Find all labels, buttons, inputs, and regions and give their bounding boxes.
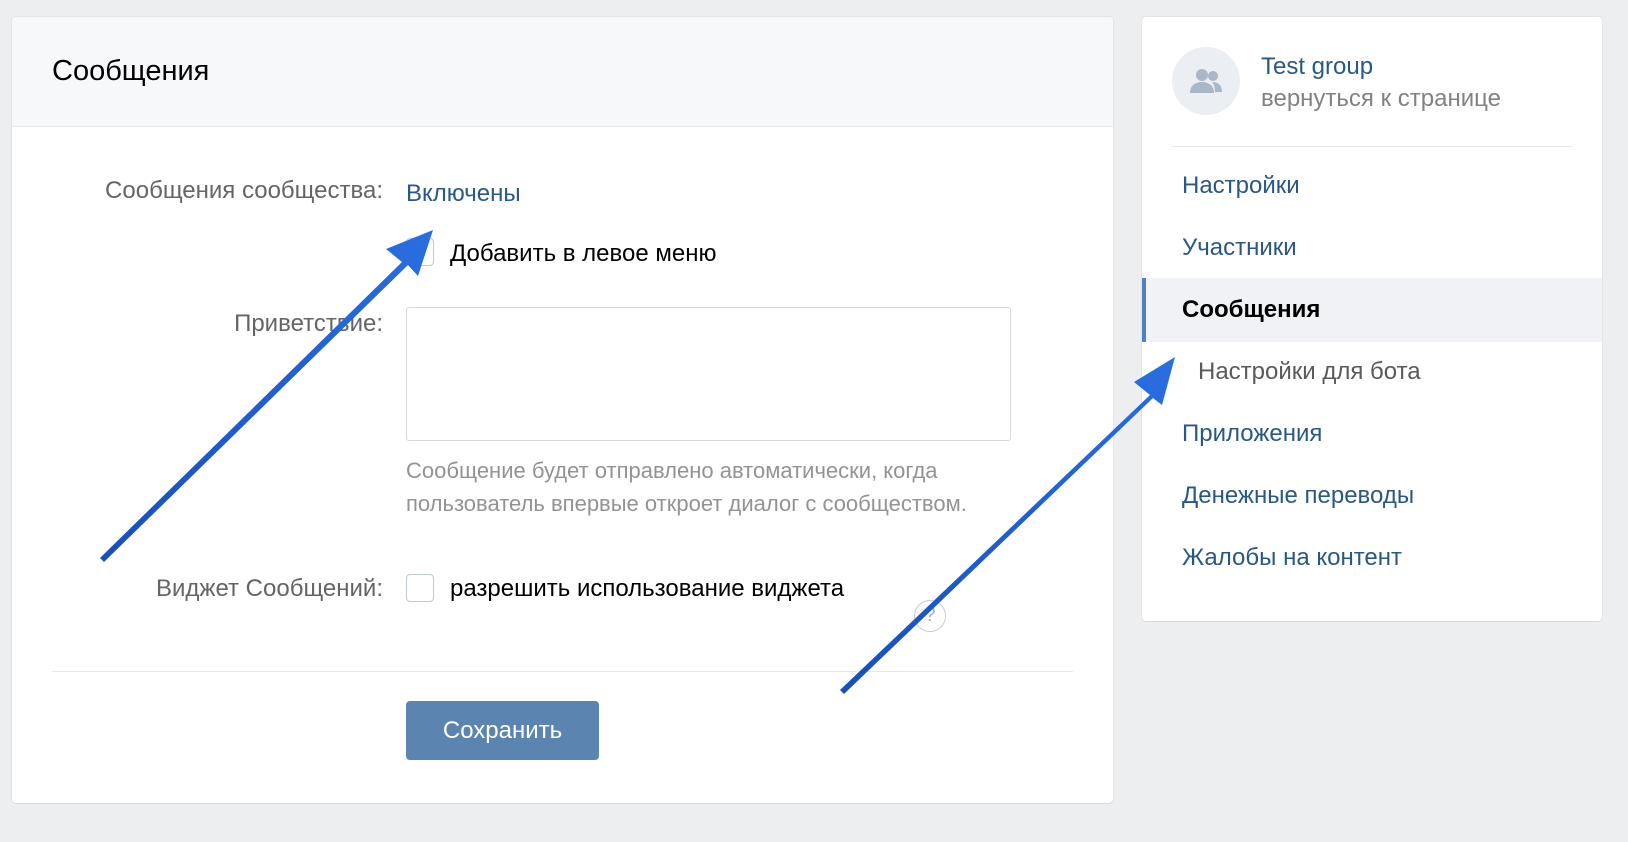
panel-header: Сообщения (12, 17, 1113, 127)
sidebar-item-content-complaints[interactable]: Жалобы на контент (1142, 526, 1602, 590)
sidebar-item-settings[interactable]: Настройки (1142, 154, 1602, 218)
add-to-menu-checkbox[interactable] (406, 238, 434, 266)
sidebar-divider (1172, 146, 1572, 147)
page-title: Сообщения (52, 55, 210, 87)
sidebar-item-money-transfers[interactable]: Денежные переводы (1142, 464, 1602, 528)
widget-checkbox-label: разрешить использование виджета (450, 575, 845, 602)
divider (52, 671, 1073, 672)
greeting-textarea[interactable] (406, 307, 1011, 441)
group-icon (1190, 69, 1222, 93)
group-name-link[interactable]: Test group (1261, 53, 1373, 81)
back-to-page-link[interactable]: вернуться к странице (1261, 85, 1501, 113)
sidebar-item-members[interactable]: Участники (1142, 216, 1602, 280)
sidebar-item-apps[interactable]: Приложения (1142, 402, 1602, 466)
sidebar-item-bot-settings[interactable]: Настройки для бота (1142, 340, 1602, 404)
community-sidebar: Test group вернуться к странице Настройк… (1142, 17, 1602, 621)
save-button[interactable]: Сохранить (406, 701, 599, 760)
widget-checkbox[interactable] (406, 574, 434, 602)
group-avatar[interactable] (1172, 47, 1240, 115)
greeting-hint: Сообщение будет отправлено автоматически… (406, 458, 967, 516)
widget-label: Виджет Сообщений: (155, 575, 383, 602)
add-to-menu-label: Добавить в левое меню (450, 240, 717, 267)
messages-settings-panel: Сообщения Сообщения сообщества: Включены… (12, 17, 1113, 803)
community-messages-label: Сообщения сообщества: (105, 177, 383, 204)
greeting-label: Приветствие: (234, 310, 383, 337)
community-messages-status-link[interactable]: Включены (406, 180, 521, 208)
sidebar-item-messages[interactable]: Сообщения (1142, 278, 1602, 342)
help-icon[interactable]: ? (914, 600, 946, 632)
